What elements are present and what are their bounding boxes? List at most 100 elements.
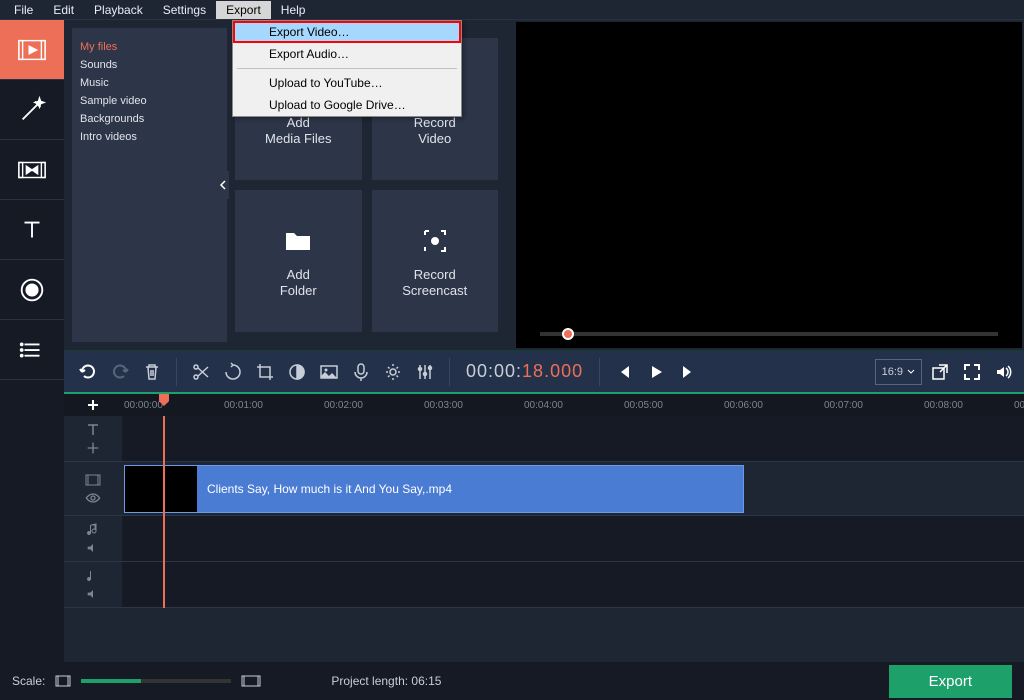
tool-more[interactable] <box>0 320 64 380</box>
redo-button[interactable] <box>106 358 134 386</box>
text-icon <box>85 422 101 438</box>
film-play-icon <box>17 35 47 65</box>
menu-separator <box>237 68 457 69</box>
film-icon <box>85 472 101 488</box>
undo-icon <box>78 362 98 382</box>
eye-icon[interactable] <box>85 490 101 506</box>
status-bar: Scale: Project length: 06:15 Export <box>0 662 1024 700</box>
music-note-icon <box>85 522 101 538</box>
export-dropdown: Export Video… Export Audio… Upload to Yo… <box>232 20 462 117</box>
file-item-introvideos[interactable]: Intro videos <box>80 128 219 146</box>
scale-slider[interactable] <box>81 679 231 683</box>
next-button[interactable] <box>674 358 702 386</box>
menu-export-video[interactable]: Export Video… <box>233 21 461 43</box>
aspect-ratio-button[interactable]: 16:9 <box>875 359 922 385</box>
file-item-backgrounds[interactable]: Backgrounds <box>80 110 219 128</box>
settings-button[interactable] <box>379 358 407 386</box>
menu-upload-youtube[interactable]: Upload to YouTube… <box>233 72 461 94</box>
file-item-music[interactable]: Music <box>80 74 219 92</box>
video-track[interactable]: Clients Say, How much is it And You Say,… <box>64 462 1024 516</box>
menu-settings[interactable]: Settings <box>153 1 216 19</box>
play-button[interactable] <box>642 358 670 386</box>
ruler-tick: 00:09:00 <box>1014 400 1024 411</box>
menu-edit[interactable]: Edit <box>43 1 84 19</box>
track-head <box>64 516 122 561</box>
tracks: Clients Say, How much is it And You Say,… <box>64 416 1024 608</box>
tool-media[interactable] <box>0 20 64 80</box>
color-button[interactable] <box>283 358 311 386</box>
title-track[interactable] <box>64 416 1024 462</box>
clip-thumbnail <box>125 466 197 512</box>
contrast-icon <box>287 362 307 382</box>
cut-button[interactable] <box>187 358 215 386</box>
tool-sidebar <box>0 20 64 662</box>
collapse-filelist[interactable] <box>217 171 229 199</box>
trash-icon <box>142 362 162 382</box>
ruler-tick: 00:02:00 <box>324 400 363 411</box>
record-voice-button[interactable] <box>347 358 375 386</box>
menu-export[interactable]: Export <box>216 1 271 19</box>
track-head <box>64 562 122 607</box>
clip-label: Clients Say, How much is it And You Say,… <box>207 482 452 496</box>
redo-icon <box>110 362 130 382</box>
scissors-icon <box>191 362 211 382</box>
add-track-button[interactable] <box>64 394 122 416</box>
export-button[interactable]: Export <box>889 665 1012 698</box>
preview-playhead-dot[interactable] <box>562 328 574 340</box>
tile-label: RecordVideo <box>414 115 456 147</box>
audio-track-1[interactable] <box>64 516 1024 562</box>
fit-icon[interactable] <box>241 675 261 687</box>
timecode-display: 00:00:18.000 <box>456 361 593 382</box>
sticker-icon <box>17 275 47 305</box>
ruler-tick: 00:05:00 <box>624 400 663 411</box>
file-item-samplevideo[interactable]: Sample video <box>80 92 219 110</box>
list-icon <box>17 335 47 365</box>
menu-upload-gdrive[interactable]: Upload to Google Drive… <box>233 94 461 116</box>
tile-label: AddMedia Files <box>265 115 331 147</box>
ruler-tick: 00:04:00 <box>524 400 563 411</box>
undo-button[interactable] <box>74 358 102 386</box>
preview-player[interactable] <box>516 22 1022 348</box>
detach-button[interactable] <box>926 358 954 386</box>
plus-small-icon[interactable] <box>85 440 101 456</box>
crop-button[interactable] <box>251 358 279 386</box>
rotate-button[interactable] <box>219 358 247 386</box>
fit-icon[interactable] <box>55 675 71 687</box>
delete-button[interactable] <box>138 358 166 386</box>
music-note-icon <box>85 568 101 584</box>
menu-export-audio[interactable]: Export Audio… <box>233 43 461 65</box>
tool-titles[interactable] <box>0 200 64 260</box>
ruler-tick: 00:06:00 <box>724 400 763 411</box>
project-length: Project length: 06:15 <box>331 674 441 688</box>
fullscreen-button[interactable] <box>958 358 986 386</box>
equalizer-button[interactable] <box>411 358 439 386</box>
menu-file[interactable]: File <box>4 1 43 19</box>
tool-transitions[interactable] <box>0 140 64 200</box>
prev-button[interactable] <box>610 358 638 386</box>
clip-properties-button[interactable] <box>315 358 343 386</box>
tile-record-screencast[interactable]: RecordScreencast <box>372 190 499 332</box>
tool-filters[interactable] <box>0 80 64 140</box>
timeline-ruler[interactable]: 00:00:00 00:01:00 00:02:00 00:03:00 00:0… <box>64 394 1024 416</box>
crop-icon <box>255 362 275 382</box>
content-area: My files Sounds Music Sample video Backg… <box>64 20 1024 662</box>
tile-add-folder[interactable]: AddFolder <box>235 190 362 332</box>
track-head <box>64 462 122 515</box>
video-clip[interactable]: Clients Say, How much is it And You Say,… <box>124 465 744 513</box>
ruler-tick: 00:03:00 <box>424 400 463 411</box>
audio-track-2[interactable] <box>64 562 1024 608</box>
mute-icon[interactable] <box>85 540 101 556</box>
tool-stickers[interactable] <box>0 260 64 320</box>
plus-icon <box>86 398 100 412</box>
rotate-icon <box>223 362 243 382</box>
preview-progress[interactable] <box>540 332 998 336</box>
image-icon <box>319 362 339 382</box>
ruler-tick: 00:00:00 <box>124 400 163 411</box>
menu-playback[interactable]: Playback <box>84 1 153 19</box>
file-item-myfiles[interactable]: My files <box>80 38 219 56</box>
ruler-tick: 00:01:00 <box>224 400 263 411</box>
mute-icon[interactable] <box>85 586 101 602</box>
file-item-sounds[interactable]: Sounds <box>80 56 219 74</box>
volume-button[interactable] <box>990 358 1018 386</box>
menu-help[interactable]: Help <box>271 1 316 19</box>
